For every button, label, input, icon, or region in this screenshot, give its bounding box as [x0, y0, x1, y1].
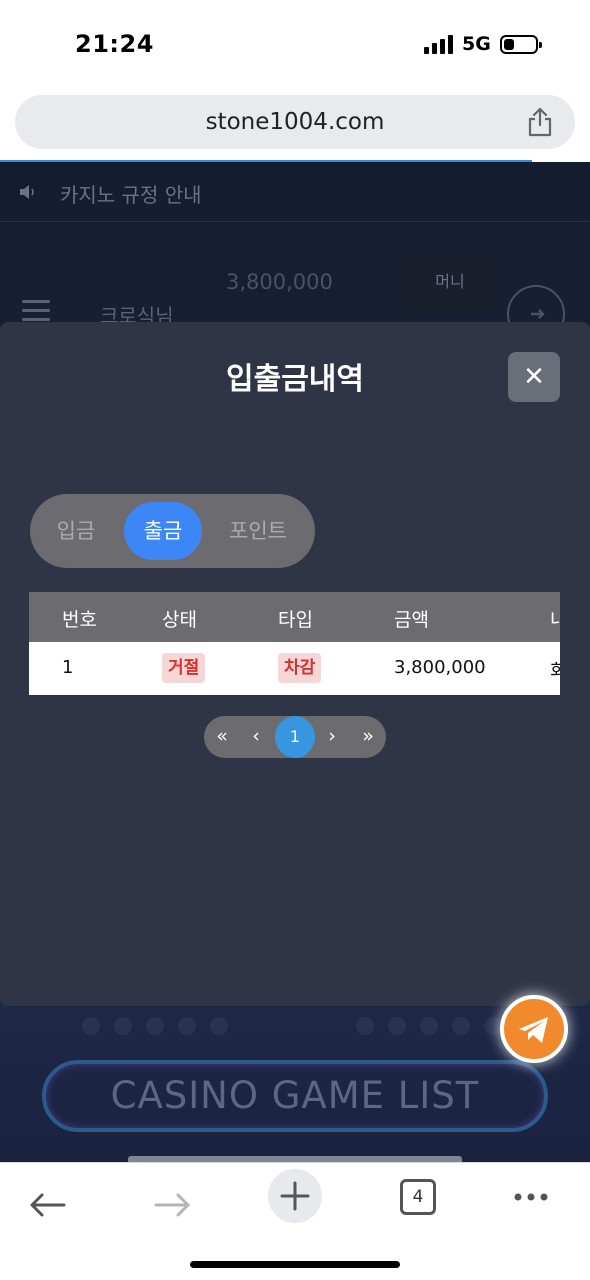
history-table: 번호 상태 타입 금액 내 1 거절 차감 3,800,000 회 [29, 592, 560, 695]
notice-bar[interactable]: 카지노 규정 안내 [0, 162, 590, 222]
type-badge: 차감 [278, 653, 322, 683]
speaker-icon [20, 185, 34, 199]
cell-extra: 회 [550, 661, 560, 682]
pagination: « ‹ 1 › » [204, 716, 386, 758]
balance-amount: 3,800,000 [226, 270, 333, 294]
header-status: 상태 [162, 609, 197, 631]
address-bar[interactable]: stone1004.com [15, 95, 575, 149]
tab-count-button[interactable]: 4 [400, 1179, 436, 1215]
page-current[interactable]: 1 [275, 716, 315, 758]
page-next[interactable]: › [320, 716, 344, 758]
telegram-icon[interactable] [500, 995, 568, 1063]
transaction-history-modal: 입출금내역 ✕ 입금 출금 포인트 번호 상태 타입 금액 내 1 거절 차감 … [0, 322, 590, 1006]
page-first[interactable]: « [210, 716, 234, 758]
menu-icon[interactable] [22, 300, 50, 321]
browser-toolbar: 4 [0, 1162, 590, 1280]
battery-icon [500, 35, 542, 54]
close-icon[interactable]: ✕ [508, 352, 560, 402]
header-extra: 내 [550, 609, 560, 631]
forward-arrow-icon[interactable] [144, 1177, 200, 1233]
home-indicator [190, 1261, 400, 1268]
table-row[interactable]: 1 거절 차감 3,800,000 회 [29, 642, 560, 695]
browser-address-area: stone1004.com [0, 88, 590, 163]
money-button[interactable]: 머니 [402, 254, 498, 310]
table-header: 번호 상태 타입 금액 내 [29, 592, 560, 642]
casino-game-list-button[interactable]: CASINO GAME LIST [42, 1060, 548, 1132]
tab-points[interactable]: 포인트 [218, 502, 298, 560]
notice-text[interactable]: 카지노 규정 안내 [60, 179, 202, 208]
back-arrow-icon[interactable] [20, 1177, 76, 1233]
status-badge: 거절 [162, 653, 206, 683]
header-type: 타입 [278, 609, 313, 631]
tab-deposit[interactable]: 입금 [40, 502, 112, 560]
decorative-dots [356, 1017, 516, 1047]
header-amount: 금액 [394, 609, 429, 631]
page-prev[interactable]: ‹ [244, 716, 268, 758]
tab-withdrawal[interactable]: 출금 [124, 502, 202, 560]
network-type: 5G [462, 33, 491, 55]
share-icon[interactable] [527, 107, 553, 137]
header-number: 번호 [62, 609, 97, 631]
more-icon[interactable] [504, 1177, 560, 1233]
plus-icon [280, 1181, 310, 1211]
clock: 21:24 [75, 30, 154, 58]
status-bar: 21:24 5G [0, 0, 590, 88]
signal-icon [424, 34, 454, 54]
modal-title: 입출금내역 [226, 362, 364, 397]
history-tabs: 입금 출금 포인트 [30, 494, 315, 568]
decorative-dots [82, 1017, 242, 1047]
page-last[interactable]: » [356, 716, 380, 758]
cell-amount: 3,800,000 [394, 657, 486, 678]
new-tab-button[interactable] [268, 1169, 322, 1223]
url-text[interactable]: stone1004.com [15, 109, 575, 135]
cell-number: 1 [62, 657, 74, 678]
